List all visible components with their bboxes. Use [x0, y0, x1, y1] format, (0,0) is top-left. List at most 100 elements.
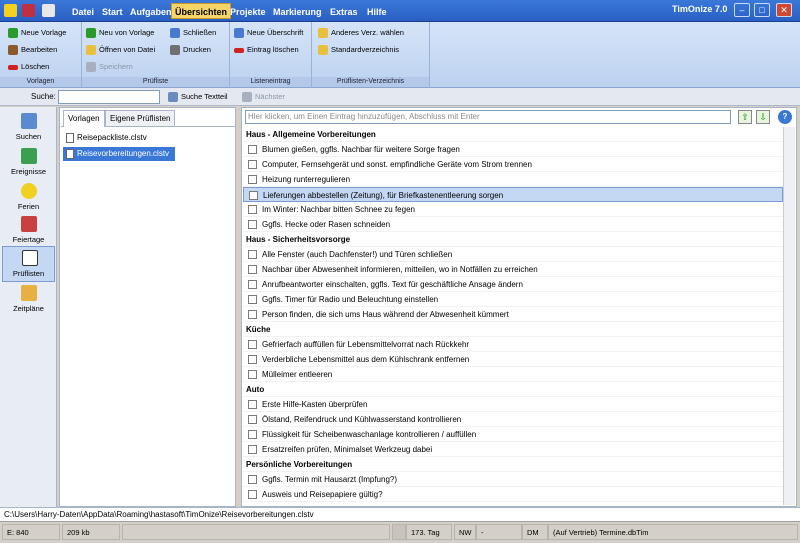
checkbox[interactable] — [248, 265, 257, 274]
tab-eigene-prueflisten[interactable]: Eigene Prüflisten — [105, 110, 176, 126]
delete-entry-button[interactable]: Eintrag löschen — [232, 43, 299, 57]
checklist-item[interactable]: Verderbliche Lebensmittel aus dem Kühlsc… — [243, 352, 783, 367]
search-input[interactable] — [58, 90, 160, 104]
checkbox[interactable] — [248, 175, 257, 184]
checkbox[interactable] — [248, 370, 257, 379]
checklist-item[interactable]: Ggfls. Termin mit Hausarzt (Impfung?) — [243, 472, 783, 487]
checklist-item[interactable]: Person finden, die sich ums Haus während… — [243, 307, 783, 322]
menu-start[interactable]: Start — [99, 4, 126, 20]
section-header[interactable]: Auto — [243, 382, 783, 397]
checkbox[interactable] — [249, 191, 258, 200]
checklist-item[interactable]: Computer, Fernsehgerät und sonst. empfin… — [243, 157, 783, 172]
delete-button[interactable]: Löschen — [6, 60, 49, 74]
checkbox[interactable] — [248, 340, 257, 349]
checklist-item[interactable]: Anrufbeantworter einschalten, ggfls. Tex… — [243, 277, 783, 292]
edit-button[interactable]: Bearbeiten — [6, 43, 57, 57]
sidebar-item-prueflisten[interactable]: Prüflisten — [2, 246, 55, 282]
checkbox[interactable] — [248, 145, 257, 154]
new-heading-button[interactable]: Neue Überschrift — [232, 26, 303, 40]
close-list-button[interactable]: Schließen — [168, 26, 216, 40]
close-button[interactable]: ✕ — [776, 3, 792, 17]
heading-icon — [234, 28, 244, 38]
move-up-button[interactable]: ⇧ — [738, 110, 752, 124]
save-icon[interactable] — [22, 4, 35, 17]
move-down-button[interactable]: ⇩ — [756, 110, 770, 124]
checkbox[interactable] — [248, 355, 257, 364]
sidebar-item-ereignisse[interactable]: Ereignisse — [2, 145, 55, 181]
checklist-item[interactable]: Erste Hilfe-Kasten überprüfen — [243, 397, 783, 412]
item-text: Ersatzreifen prüfen, Minimalset Werkzeug… — [262, 445, 433, 454]
checkbox[interactable] — [248, 220, 257, 229]
checklist-item[interactable]: Ggfls. Hecke oder Rasen schneiden — [243, 217, 783, 232]
new-template-button[interactable]: Neue Vorlage — [6, 26, 66, 40]
sidebar-item-feiertage[interactable]: Feiertage — [2, 213, 55, 249]
checklist-item[interactable]: Alle Fenster (auch Dachfenster!) und Tür… — [243, 247, 783, 262]
print-button[interactable]: Drucken — [168, 43, 211, 57]
checkbox[interactable] — [248, 475, 257, 484]
checklist-item[interactable]: Lieferungen abbestellen (Zeitung), für B… — [243, 187, 783, 202]
checkbox[interactable] — [248, 400, 257, 409]
checklist-item[interactable]: Heizung runterregulieren — [243, 172, 783, 187]
save-button[interactable]: Speichern — [84, 60, 133, 74]
next-button[interactable]: Nächster — [240, 90, 285, 104]
checklist-item[interactable]: Mülleimer entleeren — [243, 367, 783, 382]
section-header[interactable]: Haus - Allgemeine Vorbereitungen — [243, 127, 783, 142]
checkbox[interactable] — [248, 280, 257, 289]
section-header[interactable]: Küche — [243, 322, 783, 337]
checklist-item[interactable]: Gefrierfach auffüllen für Lebensmittelvo… — [243, 337, 783, 352]
sidebar-label: Ferien — [17, 202, 40, 211]
list-item[interactable]: Reisepackliste.clstv — [63, 131, 175, 145]
section-header[interactable]: Persönliche Vorbereitungen — [243, 457, 783, 472]
help-icon[interactable]: ? — [778, 110, 792, 124]
next-label: Nächster — [255, 92, 286, 101]
checkbox[interactable] — [248, 160, 257, 169]
ribbon-group-label: Prüflisten-Verzeichnis — [312, 77, 429, 87]
menu-projekte[interactable]: Projekte — [227, 4, 269, 20]
checklist-item[interactable]: Im Winter: Nachbar bitten Schnee zu fege… — [243, 202, 783, 217]
schedule-icon — [21, 285, 37, 301]
checkbox[interactable] — [248, 490, 257, 499]
menu-uebersichten[interactable]: Übersichten — [171, 3, 232, 19]
checkbox[interactable] — [248, 310, 257, 319]
menu-hilfe[interactable]: Hilfe — [364, 4, 390, 20]
checklist-item[interactable]: Flüssigkeit für Scheibenwaschanlage kont… — [243, 427, 783, 442]
ribbon-group-pruefliste: Neu von Vorlage Öffnen von Datei Speiche… — [82, 22, 230, 88]
checkbox[interactable] — [248, 415, 257, 424]
open-from-file-button[interactable]: Öffnen von Datei — [84, 43, 155, 57]
menu-aufgaben[interactable]: Aufgaben — [127, 4, 175, 20]
checklist-item[interactable]: Ersatzreifen prüfen, Minimalset Werkzeug… — [243, 442, 783, 457]
checkbox[interactable] — [248, 295, 257, 304]
checklist-item[interactable]: Ausweis und Reisepapiere gültig? — [243, 487, 783, 502]
item-text: Ölstand, Reifendruck und Kühlwasserstand… — [262, 415, 462, 424]
sidebar-item-ferien[interactable]: Ferien — [2, 180, 55, 216]
checklist-item[interactable]: Ölstand, Reifendruck und Kühlwasserstand… — [243, 412, 783, 427]
file-list: Reisepackliste.clstv Reisevorbereitungen… — [61, 126, 236, 506]
checklist-item[interactable]: Blumen gießen, ggfls. Nachbar für weiter… — [243, 142, 783, 157]
minimize-button[interactable]: – — [734, 3, 750, 17]
section-header[interactable]: Haus - Sicherheitsvorsorge — [243, 232, 783, 247]
checklist-item[interactable]: Nachbar über Abwesenheit informieren, mi… — [243, 262, 783, 277]
default-folder-button[interactable]: Standardverzeichnis — [316, 43, 399, 57]
choose-folder-button[interactable]: Anderes Verz. wählen — [316, 26, 404, 40]
sidebar-item-suchen[interactable]: Suchen — [2, 110, 55, 146]
entry-input[interactable]: Hier klicken, um Einen Eintrag hinzuzufü… — [245, 110, 731, 124]
checkbox[interactable] — [248, 430, 257, 439]
maximize-button[interactable]: □ — [754, 3, 770, 17]
menu-markierung[interactable]: Markierung — [270, 4, 325, 20]
menu-datei[interactable]: Datei — [69, 4, 97, 20]
window-icon[interactable] — [42, 4, 55, 17]
save-label: Speichern — [99, 62, 133, 71]
checkbox[interactable] — [248, 445, 257, 454]
checkbox[interactable] — [248, 205, 257, 214]
menu-extras[interactable]: Extras — [327, 4, 361, 20]
checklist-item[interactable]: Ggfls. Timer für Radio und Beleuchtung e… — [243, 292, 783, 307]
list-item[interactable]: Reisevorbereitungen.clstv — [63, 147, 175, 161]
tab-vorlagen[interactable]: Vorlagen — [63, 110, 105, 127]
sidebar-item-zeitplaene[interactable]: Zeitpläne — [2, 282, 55, 318]
scrollbar[interactable] — [783, 127, 795, 505]
checkbox[interactable] — [248, 250, 257, 259]
status-dash: - — [476, 524, 522, 540]
file-icon — [66, 149, 74, 159]
new-from-template-button[interactable]: Neu von Vorlage — [84, 26, 154, 40]
search-text-button[interactable]: Suche Textteil — [166, 90, 228, 104]
